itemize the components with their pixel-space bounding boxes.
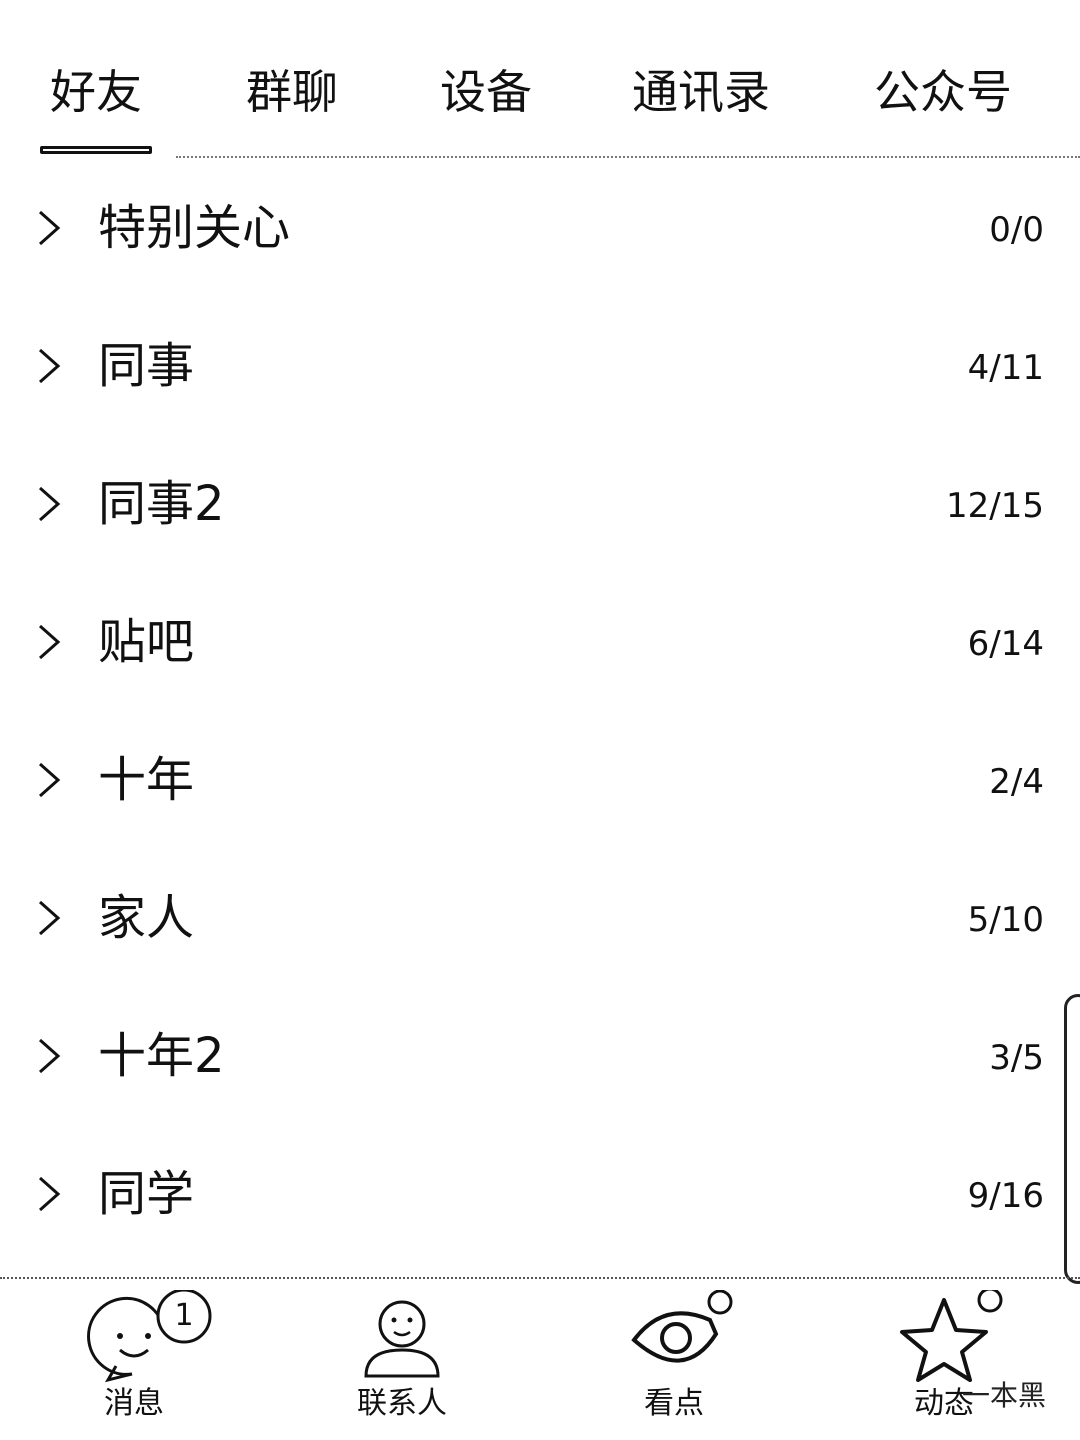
unread-badge: 1: [174, 1298, 194, 1333]
group-online-count: 12/15: [946, 486, 1044, 526]
group-online-count: 5/10: [967, 900, 1044, 940]
group-online-count: 2/4: [989, 762, 1044, 802]
chevron-right-icon: [39, 348, 61, 384]
group-row-ten-years[interactable]: 十年 2/4: [0, 712, 1060, 850]
contact-person-icon: [364, 1300, 440, 1378]
group-row-colleagues[interactable]: 同事 4/11: [0, 298, 1060, 436]
group-online-count: 0/0: [989, 210, 1044, 250]
group-name: 十年2: [98, 1028, 225, 1084]
group-name: 同学: [98, 1166, 195, 1222]
group-name: 家人: [98, 890, 195, 946]
nav-contacts-label: 联系人: [357, 1386, 447, 1421]
group-name: 贴吧: [98, 614, 195, 670]
watermark: 一本黑: [961, 1379, 1046, 1412]
chevron-right-icon: [39, 900, 61, 936]
group-row-special-care[interactable]: 特别关心 0/0: [0, 160, 1060, 298]
nav-messages-label: 消息: [104, 1386, 164, 1421]
tab-address-book[interactable]: 通讯录: [632, 62, 770, 122]
group-online-count: 6/14: [967, 624, 1044, 664]
group-name: 同事2: [98, 476, 225, 532]
nav-kandian[interactable]: 看点: [564, 1280, 784, 1440]
eye-icon: [631, 1290, 733, 1363]
group-row-ten-years-2[interactable]: 十年2 3/5: [0, 988, 1060, 1126]
group-online-count: 9/16: [967, 1176, 1044, 1216]
tab-friends[interactable]: 好友: [50, 62, 142, 122]
chevron-right-icon: [39, 624, 61, 660]
star-icon: [900, 1290, 1003, 1382]
group-online-count: 4/11: [967, 348, 1044, 388]
nav-dynamics[interactable]: 动态: [836, 1280, 1056, 1440]
group-name: 特别关心: [98, 200, 291, 256]
group-online-count: 3/5: [989, 1038, 1044, 1078]
drawer-edge-handle[interactable]: [1064, 994, 1080, 1284]
chevron-right-icon: [39, 1038, 61, 1074]
chevron-right-icon: [39, 762, 61, 798]
chevron-right-icon: [39, 486, 61, 522]
chevron-right-icon: [39, 210, 61, 246]
tab-groups[interactable]: 群聊: [246, 62, 338, 122]
nav-kandian-label: 看点: [644, 1386, 704, 1421]
group-row-classmates[interactable]: 同学 9/16: [0, 1126, 1060, 1264]
group-row-family[interactable]: 家人 5/10: [0, 850, 1060, 988]
tab-divider: [176, 156, 1080, 158]
tab-official-accounts[interactable]: 公众号: [874, 62, 1012, 122]
tab-bar: 好友 群聊 设备 通讯录 公众号: [0, 40, 1080, 158]
chevron-right-icon: [39, 1176, 61, 1212]
group-name: 同事: [98, 338, 195, 394]
nav-contacts[interactable]: 联系人: [292, 1280, 512, 1440]
nav-messages[interactable]: 1 消息: [24, 1280, 244, 1440]
bottom-nav: 1 消息 联系人 看点 动态: [0, 1280, 1080, 1440]
active-tab-indicator: [40, 146, 152, 154]
group-row-tieba[interactable]: 贴吧 6/14: [0, 574, 1060, 712]
bottom-nav-divider: [0, 1277, 1080, 1279]
chat-bubble-icon: [87, 1290, 212, 1383]
group-name: 十年: [98, 752, 195, 808]
group-row-colleagues-2[interactable]: 同事2 12/15: [0, 436, 1060, 574]
tab-devices[interactable]: 设备: [440, 62, 532, 122]
